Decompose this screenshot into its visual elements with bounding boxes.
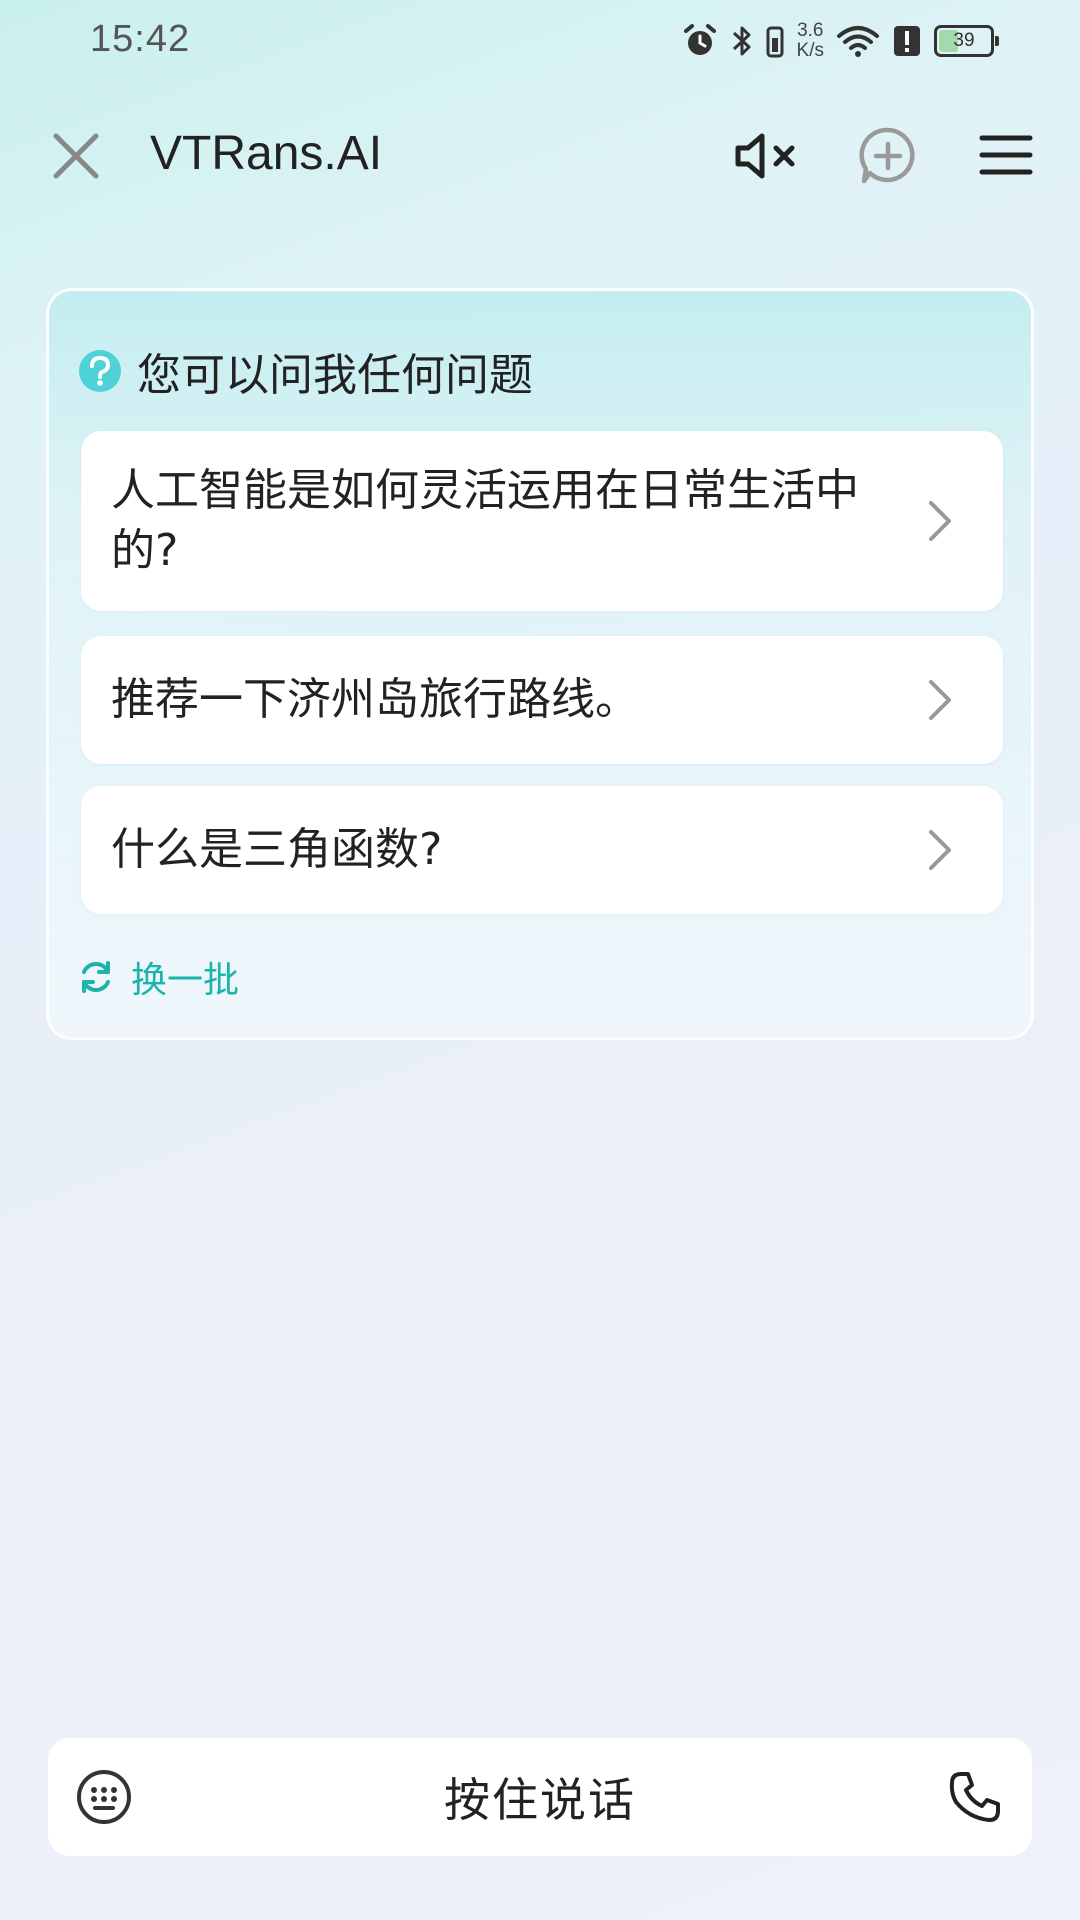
question-item-1[interactable]: 人工智能是如何灵活运用在日常生活中的? <box>81 431 1003 611</box>
card-heading: 您可以问我任何问题 <box>137 350 533 401</box>
status-time: 15:42 <box>90 18 191 60</box>
question-text: 什么是三角函数? <box>111 824 443 875</box>
keyboard-icon <box>77 1770 131 1824</box>
net-speed-unit: K/s <box>796 40 824 61</box>
chat-plus-icon <box>859 127 915 184</box>
keyboard-button[interactable] <box>76 1769 132 1825</box>
help-icon <box>79 350 121 392</box>
phone-icon <box>949 1772 1000 1822</box>
refresh-label: 换一批 <box>131 960 240 1001</box>
call-button[interactable] <box>948 1770 1002 1824</box>
speaker-mute-icon <box>735 133 795 179</box>
menu-button[interactable] <box>978 130 1034 180</box>
menu-icon <box>979 135 1033 175</box>
input-bar: 按住说话 <box>48 1738 1032 1856</box>
chevron-right-icon <box>929 680 951 720</box>
refresh-button[interactable]: 换一批 <box>77 951 239 1003</box>
bluetooth-icon <box>732 26 751 56</box>
vibrate-icon <box>766 26 784 58</box>
net-speed: 3.6 K/s <box>797 21 824 61</box>
chevron-right-icon <box>929 501 951 541</box>
question-item-3[interactable]: 什么是三角函数? <box>81 786 1003 914</box>
alert-icon <box>894 26 920 56</box>
question-item-2[interactable]: 推荐一下济州岛旅行路线。 <box>81 636 1003 764</box>
card-header: 您可以问我任何问题 <box>77 339 533 403</box>
hold-to-talk-button[interactable]: 按住说话 <box>168 1738 912 1856</box>
chevron-right-icon <box>929 830 951 870</box>
mute-button[interactable] <box>732 128 802 184</box>
suggestion-card: 您可以问我任何问题 人工智能是如何灵活运用在日常生活中的? 推荐一下济州岛旅行路… <box>46 288 1034 1040</box>
battery-icon: 39 <box>934 25 999 57</box>
alarm-icon <box>683 24 716 55</box>
new-chat-button[interactable] <box>858 126 918 186</box>
question-text: 推荐一下济州岛旅行路线。 <box>111 674 639 725</box>
wifi-icon <box>837 26 879 57</box>
close-button[interactable] <box>48 128 104 184</box>
app-title: VTRans.AI <box>150 127 383 180</box>
refresh-icon <box>82 961 110 993</box>
close-icon <box>53 133 99 179</box>
question-text: 人工智能是如何灵活运用在日常生活中的? <box>111 465 859 576</box>
status-icons: 3.6 K/s 39 <box>681 18 999 64</box>
battery-level: 39 <box>953 30 975 51</box>
net-speed-value: 3.6 <box>797 20 824 41</box>
